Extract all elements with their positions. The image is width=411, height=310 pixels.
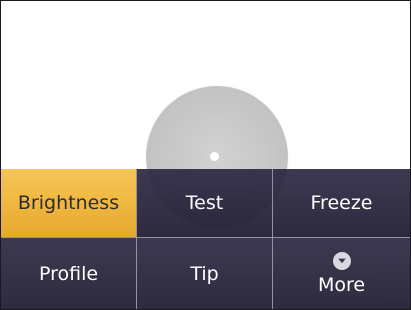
profile-label: Profile [38,262,99,285]
test-button[interactable]: Test [137,169,273,238]
target-center-dot [210,152,219,161]
freeze-label: Freeze [310,192,373,214]
more-button[interactable]: More [273,238,410,309]
tip-button[interactable]: Tip [137,238,273,309]
test-label: Test [185,192,224,214]
device-screen: Brightness Test Freeze Profile Tip More [0,0,411,310]
brightness-button[interactable]: Brightness [1,169,137,238]
chevron-down-circle-icon [332,251,351,270]
profile-button[interactable]: Profile [1,238,137,309]
tip-label: Tip [190,262,219,285]
more-label: More [317,273,366,296]
settings-menu: Brightness Test Freeze Profile Tip More [1,169,410,309]
brightness-label: Brightness [17,192,120,214]
freeze-button[interactable]: Freeze [273,169,410,238]
